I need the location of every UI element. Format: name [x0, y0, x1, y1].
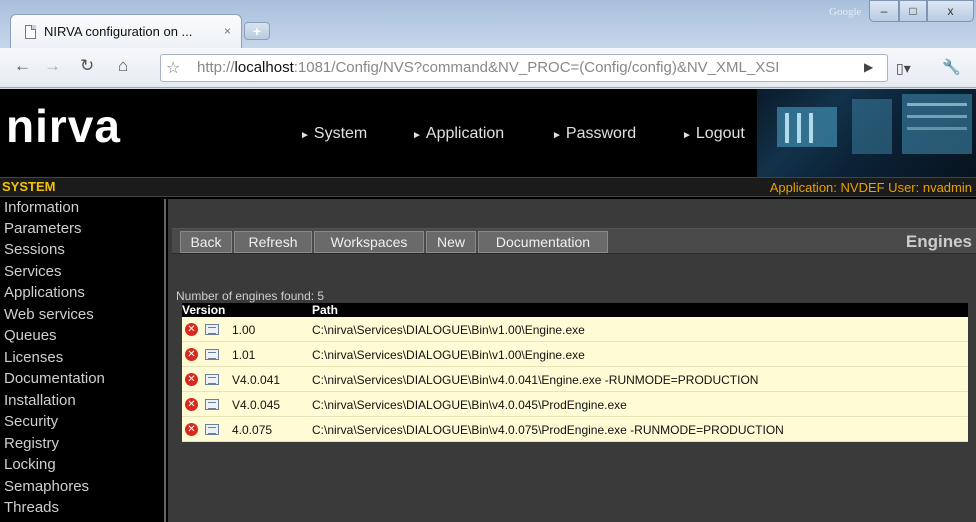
nav-label: System — [313, 125, 368, 142]
nav-label: Logout — [695, 125, 745, 142]
engine-version: 4.0.075 — [232, 423, 273, 437]
sidebar-item-locking[interactable]: Locking — [4, 456, 56, 474]
table-row[interactable]: ✕ 4.0.075 C:\nirva\Services\DIALOGUE\Bin… — [182, 417, 968, 442]
nav-password[interactable]: ► Password — [552, 125, 636, 143]
details-icon[interactable] — [205, 424, 219, 435]
url-prefix: http:// — [197, 59, 235, 76]
sidebar: Information Parameters Sessions Services… — [0, 199, 166, 522]
new-button[interactable]: New — [426, 231, 476, 253]
address-bar[interactable]: http://localhost:1081/Config/NVS?command… — [160, 54, 888, 82]
sidebar-item-installation[interactable]: Installation — [4, 392, 76, 410]
sidebar-item-web-services[interactable]: Web services — [4, 306, 94, 324]
table-row[interactable]: ✕ 1.01 C:\nirva\Services\DIALOGUE\Bin\v1… — [182, 342, 968, 367]
delete-icon[interactable]: ✕ — [185, 373, 198, 386]
maximize-button[interactable]: □ — [899, 0, 927, 22]
go-arrow-icon[interactable]: ▶ — [864, 60, 873, 74]
sidebar-item-registry[interactable]: Registry — [4, 435, 59, 453]
engine-count: Number of engines found: 5 — [176, 289, 325, 303]
page-menu-icon[interactable]: ▯▾ — [896, 60, 911, 77]
engine-path: C:\nirva\Services\DIALOGUE\Bin\v4.0.045\… — [312, 398, 627, 412]
engine-version: 1.01 — [232, 348, 256, 362]
nav-label: Password — [565, 125, 637, 142]
bookmark-star-icon[interactable]: ☆ — [166, 58, 180, 78]
action-toolbar: Back Refresh Workspaces New Documentatio… — [172, 228, 976, 254]
nirva-logo: nirva — [6, 100, 121, 152]
browser-toolbar: ← → ↻ ⌂ http://localhost:1081/Config/NVS… — [0, 48, 976, 88]
nav-system[interactable]: ► System — [300, 125, 367, 143]
sidebar-item-parameters[interactable]: Parameters — [4, 220, 82, 238]
engines-table: Version Path ✕ 1.00 C:\nirva\Services\DI… — [182, 303, 968, 442]
main-content: Back Refresh Workspaces New Documentatio… — [168, 199, 976, 522]
delete-icon[interactable]: ✕ — [185, 398, 198, 411]
triangle-icon: ► — [412, 130, 422, 141]
documentation-button[interactable]: Documentation — [478, 231, 608, 253]
wrench-icon[interactable]: 🔧 — [942, 58, 961, 76]
table-row[interactable]: ✕ V4.0.045 C:\nirva\Services\DIALOGUE\Bi… — [182, 392, 968, 417]
google-label: Google — [829, 6, 862, 18]
table-header: Version Path — [182, 303, 968, 317]
tab-title: NIRVA configuration on ... — [44, 24, 193, 39]
nav-logout[interactable]: ► Logout — [682, 125, 745, 143]
engine-version: V4.0.045 — [232, 398, 281, 412]
triangle-icon: ► — [300, 130, 310, 141]
sidebar-item-documentation[interactable]: Documentation — [4, 370, 105, 388]
forward-arrow-icon[interactable]: → — [44, 56, 61, 76]
page: nirva ► System ► Application ► Password ► Lo… — [0, 89, 976, 522]
minimize-button[interactable]: – — [869, 0, 899, 22]
nav-label: Application — [425, 125, 505, 142]
section-title: SYSTEM — [2, 179, 56, 194]
engine-version: 1.00 — [232, 323, 256, 337]
column-header-path[interactable]: Path — [312, 303, 338, 317]
back-arrow-icon[interactable]: ← — [14, 56, 31, 76]
application-user-info: Application: NVDEF User: nvadmin — [769, 180, 972, 195]
url-rest: :1081/Config/NVS?command&NV_PROC=(Config… — [293, 59, 780, 76]
triangle-icon: ► — [682, 130, 692, 141]
sidebar-item-services[interactable]: Services — [4, 263, 62, 281]
window-titlebar: NIRVA configuration on ... × + Google – … — [0, 0, 976, 48]
details-icon[interactable] — [205, 374, 219, 385]
home-icon[interactable]: ⌂ — [118, 56, 128, 76]
sidebar-item-applications[interactable]: Applications — [4, 284, 85, 302]
delete-icon[interactable]: ✕ — [185, 423, 198, 436]
column-header-version[interactable]: Version — [182, 303, 225, 317]
workspaces-button[interactable]: Workspaces — [314, 231, 424, 253]
engine-path: C:\nirva\Services\DIALOGUE\Bin\v4.0.041\… — [312, 373, 759, 387]
page-title: Engines — [905, 232, 972, 251]
new-tab-button[interactable]: + — [244, 22, 270, 40]
table-row[interactable]: ✕ V4.0.041 C:\nirva\Services\DIALOGUE\Bi… — [182, 367, 968, 392]
tab-close-icon[interactable]: × — [224, 24, 231, 38]
back-button[interactable]: Back — [180, 231, 232, 253]
sidebar-item-threads[interactable]: Threads — [4, 499, 59, 517]
table-row[interactable]: ✕ 1.00 C:\nirva\Services\DIALOGUE\Bin\v1… — [182, 317, 968, 342]
section-bar: SYSTEM Application: NVDEF User: nvadmin — [0, 177, 976, 197]
engine-version: V4.0.041 — [232, 373, 281, 387]
browser-tab[interactable]: NIRVA configuration on ... × — [10, 14, 242, 48]
refresh-button[interactable]: Refresh — [234, 231, 312, 253]
reload-icon[interactable]: ↻ — [80, 56, 94, 76]
nav-application[interactable]: ► Application — [412, 125, 504, 143]
engine-path: C:\nirva\Services\DIALOGUE\Bin\v4.0.075\… — [312, 423, 784, 437]
sidebar-item-semaphores[interactable]: Semaphores — [4, 478, 89, 496]
details-icon[interactable] — [205, 324, 219, 335]
sidebar-item-sessions[interactable]: Sessions — [4, 241, 65, 259]
triangle-icon: ► — [552, 130, 562, 141]
sidebar-item-information[interactable]: Information — [4, 199, 79, 217]
sidebar-item-security[interactable]: Security — [4, 413, 58, 431]
engine-path: C:\nirva\Services\DIALOGUE\Bin\v1.00\Eng… — [312, 323, 585, 337]
delete-icon[interactable]: ✕ — [185, 323, 198, 336]
engine-path: C:\nirva\Services\DIALOGUE\Bin\v1.00\Eng… — [312, 348, 585, 362]
close-window-button[interactable]: x — [927, 0, 974, 22]
details-icon[interactable] — [205, 349, 219, 360]
sidebar-item-queues[interactable]: Queues — [4, 327, 57, 345]
page-icon — [25, 24, 36, 39]
header-photo — [757, 89, 976, 177]
sidebar-item-licenses[interactable]: Licenses — [4, 349, 63, 367]
delete-icon[interactable]: ✕ — [185, 348, 198, 361]
header-banner: nirva ► System ► Application ► Password ► Lo… — [0, 89, 976, 177]
details-icon[interactable] — [205, 399, 219, 410]
url-host: localhost — [234, 59, 294, 76]
